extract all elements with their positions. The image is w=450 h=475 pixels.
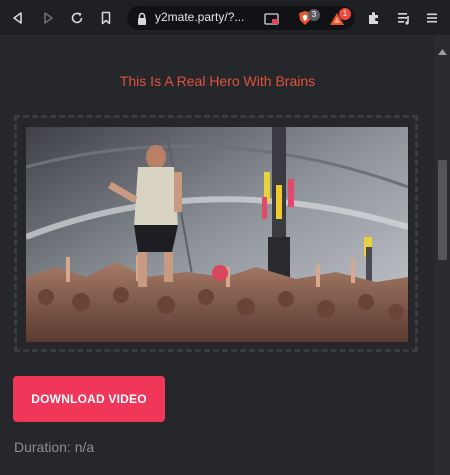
address-bar[interactable]: y2mate.party/?... 3 1 (127, 6, 355, 30)
shields-count-badge: 3 (308, 9, 320, 21)
scrollbar-thumb[interactable] (438, 160, 447, 260)
url-text: y2mate.party/?... (155, 10, 245, 24)
back-icon[interactable] (8, 8, 28, 28)
forward-icon[interactable] (38, 8, 58, 28)
download-video-button[interactable]: DOWNLOAD VIDEO (13, 376, 165, 422)
duration-text: Duration: n/a (14, 439, 95, 455)
video-thumbnail[interactable] (26, 127, 408, 342)
puzzle-icon[interactable] (364, 8, 384, 28)
menu-icon[interactable] (422, 8, 442, 28)
browser-toolbar: y2mate.party/?... 3 1 (0, 0, 450, 35)
cast-icon[interactable] (264, 11, 280, 30)
lock-icon (136, 11, 148, 30)
rewards-count-badge: 1 (339, 8, 351, 20)
video-title: This Is A Real Hero With Brains (119, 73, 316, 89)
playlist-icon[interactable] (394, 8, 414, 28)
reload-icon[interactable] (67, 8, 87, 28)
bookmark-icon[interactable] (96, 8, 116, 28)
scroll-up-arrow-icon[interactable] (438, 40, 447, 59)
page-content: This Is A Real Hero With Brains DOWNLOAD… (0, 35, 435, 475)
